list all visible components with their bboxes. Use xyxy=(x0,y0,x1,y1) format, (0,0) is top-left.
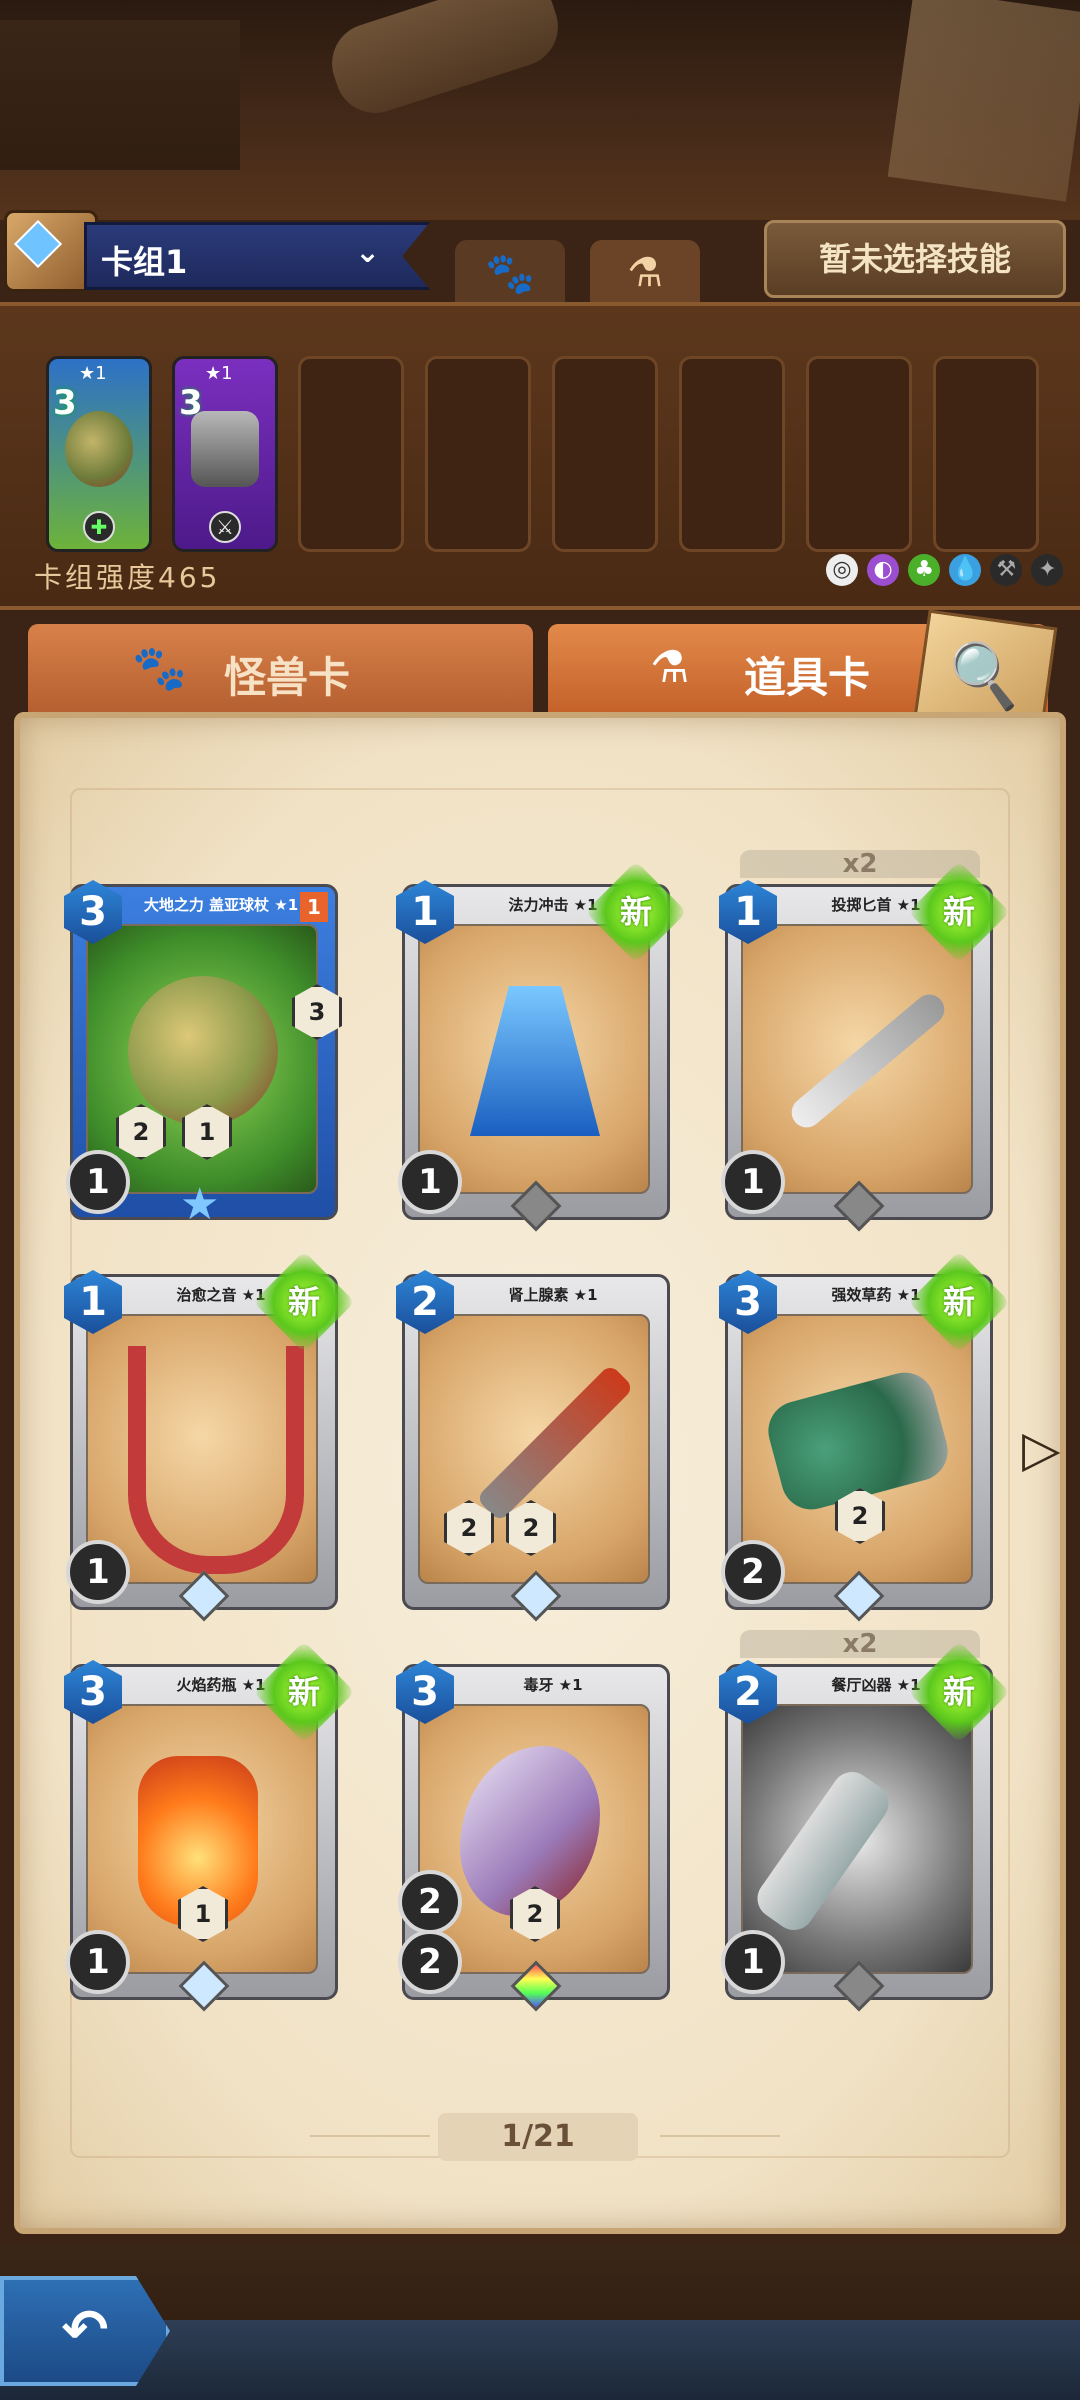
card-art-area xyxy=(741,924,973,1194)
deck-strength: 卡组强度465 xyxy=(34,561,221,594)
deck-tab-item[interactable]: ⚗ xyxy=(590,240,700,308)
gem-icon xyxy=(13,219,63,269)
skill-select-button[interactable]: 暂未选择技能 xyxy=(764,220,1066,298)
sword-icon: ⚔ xyxy=(209,511,241,543)
new-badge-label: 新 xyxy=(287,1673,320,1711)
duplicate-count: x2 xyxy=(740,850,980,878)
water-type-icon: 💧 xyxy=(949,554,982,586)
card-bottom-value: 2 xyxy=(398,1870,462,1934)
item-card-strong-herb[interactable]: 强效草药 ★1 3 新 2 2 xyxy=(719,1251,1010,1622)
nature-type-icon: ♣ xyxy=(908,554,941,586)
flask-icon: ⚗ xyxy=(627,250,663,296)
card-art-area xyxy=(741,1314,973,1584)
new-badge: 新 xyxy=(908,861,1010,963)
star-icon: ★ xyxy=(180,1179,220,1230)
card-title: 肾上腺素 ★1 xyxy=(508,1286,598,1304)
new-badge: 新 xyxy=(908,1251,1010,1353)
duplicate-count: x2 xyxy=(740,1630,980,1658)
card-bottom-value: 2 xyxy=(398,1930,462,1994)
tab-label: 道具卡 xyxy=(744,653,871,702)
new-badge: 新 xyxy=(253,1641,355,1743)
new-badge: 新 xyxy=(585,861,687,963)
card-art-area xyxy=(86,1314,318,1584)
paper-decoration xyxy=(887,0,1080,202)
tab-label: 怪兽卡 xyxy=(224,653,351,702)
item-card-mana-blast[interactable]: 法力冲击 ★1 1 新 1 xyxy=(396,861,687,1232)
next-page-arrow-icon[interactable]: ▷ xyxy=(1022,1420,1060,1478)
new-badge-label: 新 xyxy=(942,1283,975,1321)
new-badge-label: 新 xyxy=(942,1673,975,1711)
neutral-type-icon: ◎ xyxy=(826,554,858,586)
item-card-adrenaline[interactable]: 肾上腺素 ★1 2 2 2 xyxy=(396,1270,670,1622)
card-bottom-value: 1 xyxy=(66,1930,130,1994)
syringe-art xyxy=(475,1363,635,1523)
new-badge: 新 xyxy=(908,1641,1010,1743)
card-bottom-value: 2 xyxy=(721,1540,785,1604)
armor-art xyxy=(191,411,259,487)
card-art-area xyxy=(418,924,650,1194)
arcane-type-icon: ◐ xyxy=(867,554,900,586)
page-indicator: 1/21 xyxy=(438,2113,638,2161)
card-title: 毒牙 ★1 xyxy=(523,1676,583,1694)
back-arrow-icon[interactable]: ↶ xyxy=(0,2276,170,2386)
card-bottom-value: 1 xyxy=(721,1150,785,1214)
chevron-down-icon: ⌄ xyxy=(355,235,381,270)
card-cost: 3 xyxy=(53,383,77,423)
item-card-throwing-dagger[interactable]: 投掷匕首 ★1 1 新 1 xyxy=(719,861,1010,1232)
card-stars: ★1 xyxy=(205,363,233,384)
paw-icon: 🐾 xyxy=(485,251,535,297)
harp-art xyxy=(128,1346,304,1574)
gaia-staff-art xyxy=(65,411,133,487)
deck-slot-empty[interactable] xyxy=(298,356,404,552)
deck-tab-monster[interactable]: 🐾 xyxy=(455,240,565,308)
type-icons: ◎ ◐ ♣ 💧 ⚒ ✦ xyxy=(826,554,1067,586)
new-badge-label: 新 xyxy=(942,893,975,931)
book-decoration xyxy=(0,20,240,170)
scroll-decoration xyxy=(321,0,569,124)
deck-name: 卡组1 xyxy=(101,243,188,281)
card-corner-flag: 1 xyxy=(300,892,328,922)
deck-card-2[interactable]: ★1 3 ⚔ xyxy=(172,356,278,552)
new-badge: 新 xyxy=(253,1251,355,1353)
card-art-area xyxy=(741,1704,973,1974)
flask-icon: ⚗ xyxy=(650,642,690,693)
item-card-venom-fang[interactable]: 毒牙 ★1 3 2 2 2 xyxy=(396,1660,670,2012)
heal-icon: ✚ xyxy=(83,511,115,543)
tab-monster-cards[interactable]: 🐾 怪兽卡 xyxy=(28,624,533,714)
deck-slot-empty[interactable] xyxy=(806,356,912,552)
item-card-restaurant-weapon[interactable]: 餐厅凶器 ★1 2 新 1 xyxy=(719,1641,1010,2012)
card-bottom-value: 1 xyxy=(66,1540,130,1604)
item-card-fire-flask[interactable]: 火焰药瓶 ★1 3 新 1 1 xyxy=(64,1641,355,2012)
item-card-healing-sound[interactable]: 治愈之音 ★1 1 新 1 xyxy=(64,1251,355,1622)
card-bottom-value: 1 xyxy=(66,1150,130,1214)
new-badge-label: 新 xyxy=(287,1283,320,1321)
deck-slot-empty[interactable] xyxy=(933,356,1039,552)
weapon-type-icon: ⚒ xyxy=(990,554,1023,586)
card-stars: ★1 xyxy=(79,363,107,384)
mana-potion-art xyxy=(470,986,600,1136)
deck-slot-empty[interactable] xyxy=(425,356,531,552)
pager-decoration xyxy=(660,2135,780,2137)
deck-slot-empty[interactable] xyxy=(679,356,785,552)
deck-panel: ★1 3 ✚ ★1 3 ⚔ 卡组强度465 ◎ ◐ ♣ 💧 ⚒ ✦ xyxy=(0,302,1080,610)
pager-decoration xyxy=(310,2135,430,2137)
desk-background xyxy=(0,0,1080,220)
new-badge-label: 新 xyxy=(619,893,652,931)
card-bottom-value: 1 xyxy=(398,1150,462,1214)
deck-card-1[interactable]: ★1 3 ✚ xyxy=(46,356,152,552)
dagger-art xyxy=(785,988,951,1134)
card-bottom-value: 1 xyxy=(721,1930,785,1994)
card-title: 大地之力 盖亚球杖 ★1 xyxy=(143,896,299,914)
beast-type-icon: ✦ xyxy=(1031,554,1064,586)
deck-slot-empty[interactable] xyxy=(552,356,658,552)
paw-icon: 🐾 xyxy=(132,643,187,694)
deck-book-icon[interactable] xyxy=(4,210,98,292)
gaia-staff-art xyxy=(128,976,278,1126)
fork-art xyxy=(749,1764,897,1938)
deck-dropdown[interactable]: 卡组1 ⌄ xyxy=(84,222,430,290)
item-card-gaia-staff[interactable]: 大地之力 盖亚球杖 ★1 3 1 2 1 3 1 ★ xyxy=(64,880,342,1230)
